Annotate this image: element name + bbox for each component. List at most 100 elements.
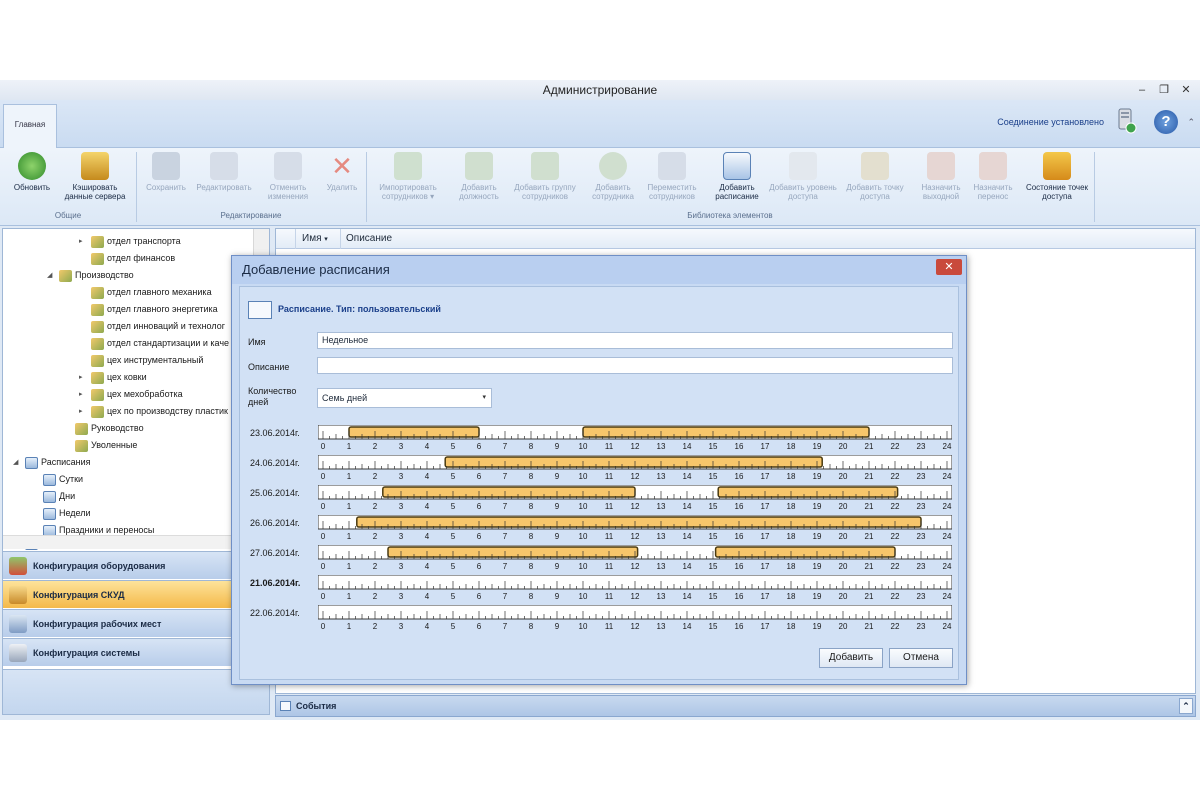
hour-label: 21	[865, 472, 874, 481]
time-ruler[interactable]: 0 1 2 3 4 5 6 7 8 9 10 11 12 13 14 15 16 17 18 19 20 21 22 23 24	[318, 575, 952, 601]
assign-transfer-button[interactable]: Назначить перенос	[966, 152, 1020, 208]
hour-label: 13	[657, 592, 666, 601]
add-employee-group-button[interactable]: Добавить группу сотрудников	[506, 152, 584, 208]
nav-hardware-config[interactable]: Конфигурация оборудования	[3, 551, 269, 579]
tree-expander-icon[interactable]: ▸	[79, 237, 83, 245]
tree-item[interactable]: Сутки	[43, 471, 83, 487]
nav-footer	[3, 669, 269, 714]
collapse-ribbon-icon[interactable]: ⌃	[1187, 117, 1195, 128]
hour-label: 17	[761, 442, 770, 451]
add-button[interactable]: Добавить	[819, 648, 883, 668]
tree-horizontal-scrollbar[interactable]	[3, 535, 253, 549]
time-ruler[interactable]: 0 1 2 3 4 5 6 7 8 9 10 11 12 13 14 15 16 17 18 19 20 21 22 23 24	[318, 455, 952, 481]
tree-item[interactable]: цех мехобработка	[91, 386, 183, 402]
hour-label: 20	[839, 532, 848, 541]
tree-item[interactable]: цех инструментальный	[91, 352, 203, 368]
tree-expander-icon[interactable]: ▸	[79, 373, 83, 381]
tree-item[interactable]: Дни	[43, 488, 75, 504]
add-access-level-button[interactable]: Добавить уровень доступа	[766, 152, 840, 208]
tree-item[interactable]: отдел главного энергетика	[91, 301, 218, 317]
hour-label: 1	[347, 592, 352, 601]
day-date-label: 25.06.2014г.	[250, 488, 300, 498]
hour-label: 18	[787, 622, 796, 631]
tree-item[interactable]: Производство	[59, 267, 134, 283]
events-panel-bar[interactable]: События ⌃	[275, 695, 1196, 717]
time-interval-bar[interactable]	[444, 456, 823, 468]
days-count-value: Семь дней	[322, 393, 368, 403]
column-header-description[interactable]: Описание	[346, 229, 392, 249]
time-interval-bar[interactable]	[387, 546, 639, 558]
add-schedule-button[interactable]: Добавить расписание	[708, 152, 766, 208]
hour-label: 22	[891, 532, 900, 541]
time-ruler[interactable]: 0 1 2 3 4 5 6 7 8 9 10 11 12 13 14 15 16 17 18 19 20 21 22 23 24	[318, 425, 952, 451]
add-employee-button[interactable]: Добавить сотрудника	[586, 152, 640, 208]
hour-label: 7	[503, 532, 508, 541]
tree-item[interactable]: отдел финансов	[91, 250, 175, 266]
hour-label: 17	[761, 532, 770, 541]
tree-item[interactable]: цех ковки	[91, 369, 147, 385]
tree-item[interactable]: отдел главного механика	[91, 284, 212, 300]
hour-label: 17	[761, 502, 770, 511]
time-ruler[interactable]: 0 1 2 3 4 5 6 7 8 9 10 11 12 13 14 15 16 17 18 19 20 21 22 23 24	[318, 485, 952, 511]
add-access-point-button[interactable]: Добавить точку доступа	[842, 152, 908, 208]
hour-label: 7	[503, 472, 508, 481]
nav-system-config[interactable]: Конфигурация системы	[3, 638, 269, 666]
assign-day-off-button[interactable]: Назначить выходной	[914, 152, 968, 208]
name-input[interactable]: Недельное	[317, 332, 953, 349]
delete-button[interactable]: ✕ Удалить	[320, 152, 364, 208]
tree-item[interactable]: Недели	[43, 505, 91, 521]
hour-label: 12	[631, 442, 640, 451]
hour-label: 19	[813, 502, 822, 511]
tree-item[interactable]: отдел стандартизации и каче	[91, 335, 229, 351]
import-employees-button[interactable]: Импортировать сотрудников ▾	[370, 152, 446, 208]
dialog-close-button[interactable]: ✕	[936, 259, 962, 275]
help-icon[interactable]: ?	[1154, 110, 1178, 134]
nav-label: Конфигурация СКУД	[33, 590, 125, 600]
time-ruler[interactable]: 0 1 2 3 4 5 6 7 8 9 10 11 12 13 14 15 16 17 18 19 20 21 22 23 24	[318, 545, 952, 571]
time-interval-bar[interactable]	[717, 486, 899, 498]
time-interval-bar[interactable]	[382, 486, 636, 498]
hour-label: 17	[761, 622, 770, 631]
tree-item[interactable]: Руководство	[75, 420, 144, 436]
tree-item[interactable]: отдел инноваций и технолог	[91, 318, 225, 334]
cache-server-data-button[interactable]: Кэшировать данные сервера	[60, 152, 130, 208]
refresh-button[interactable]: Обновить	[6, 152, 58, 208]
day-date-label: 24.06.2014г.	[250, 458, 300, 468]
tree-item[interactable]: Уволенные	[75, 437, 137, 453]
tree-expander-icon[interactable]: ◢	[47, 271, 52, 279]
time-ruler[interactable]: 0 1 2 3 4 5 6 7 8 9 10 11 12 13 14 15 16 17 18 19 20 21 22 23 24	[318, 515, 952, 541]
tree-item[interactable]: цех по производству пластик	[91, 403, 228, 419]
folder-icon	[91, 354, 104, 367]
time-interval-bar[interactable]	[714, 546, 896, 558]
tree-item[interactable]: Расписания	[25, 454, 91, 470]
tab-main[interactable]: Главная	[3, 104, 57, 148]
folder-icon	[91, 303, 104, 316]
expand-events-icon[interactable]: ⌃	[1179, 698, 1193, 714]
minimize-button[interactable]: –	[1132, 82, 1152, 98]
undo-changes-button[interactable]: Отменить изменения	[260, 152, 316, 208]
save-button[interactable]: Сохранить	[140, 152, 192, 208]
tree-item[interactable]: отдел транспорта	[91, 233, 181, 249]
access-points-state-button[interactable]: Состояние точек доступа	[1024, 152, 1090, 208]
nav-access-control-config[interactable]: Конфигурация СКУД	[3, 580, 269, 608]
close-window-button[interactable]: ✕	[1176, 82, 1196, 98]
tree-expander-icon[interactable]: ◢	[13, 458, 18, 466]
nav-workplaces-config[interactable]: Конфигурация рабочих мест	[3, 609, 269, 637]
tree-expander-icon[interactable]: ▸	[79, 390, 83, 398]
time-interval-bar[interactable]	[356, 516, 922, 528]
edit-button[interactable]: Редактировать	[192, 152, 256, 208]
days-count-select[interactable]: Семь дней ▾	[317, 388, 492, 408]
column-header-name[interactable]: Имя ▾	[302, 229, 328, 250]
hour-label: 24	[943, 532, 952, 541]
time-ruler[interactable]: 0 1 2 3 4 5 6 7 8 9 10 11 12 13 14 15 16 17 18 19 20 21 22 23 24	[318, 605, 952, 631]
cancel-button[interactable]: Отмена	[889, 648, 953, 668]
move-employees-button[interactable]: Переместить сотрудников	[640, 152, 704, 208]
hour-label: 21	[865, 622, 874, 631]
maximize-button[interactable]: ❐	[1154, 82, 1174, 98]
day-schedule-row: 25.06.2014г. 0 1 2 3 4 5 6 7 8 9 10 11 12 13 14 15 16 17 18…	[240, 485, 960, 515]
hour-label: 1	[347, 622, 352, 631]
add-position-button[interactable]: Добавить должность	[452, 152, 506, 208]
description-input[interactable]	[317, 357, 953, 374]
tree-item-label: отдел финансов	[107, 253, 176, 263]
tree-expander-icon[interactable]: ▸	[79, 407, 83, 415]
